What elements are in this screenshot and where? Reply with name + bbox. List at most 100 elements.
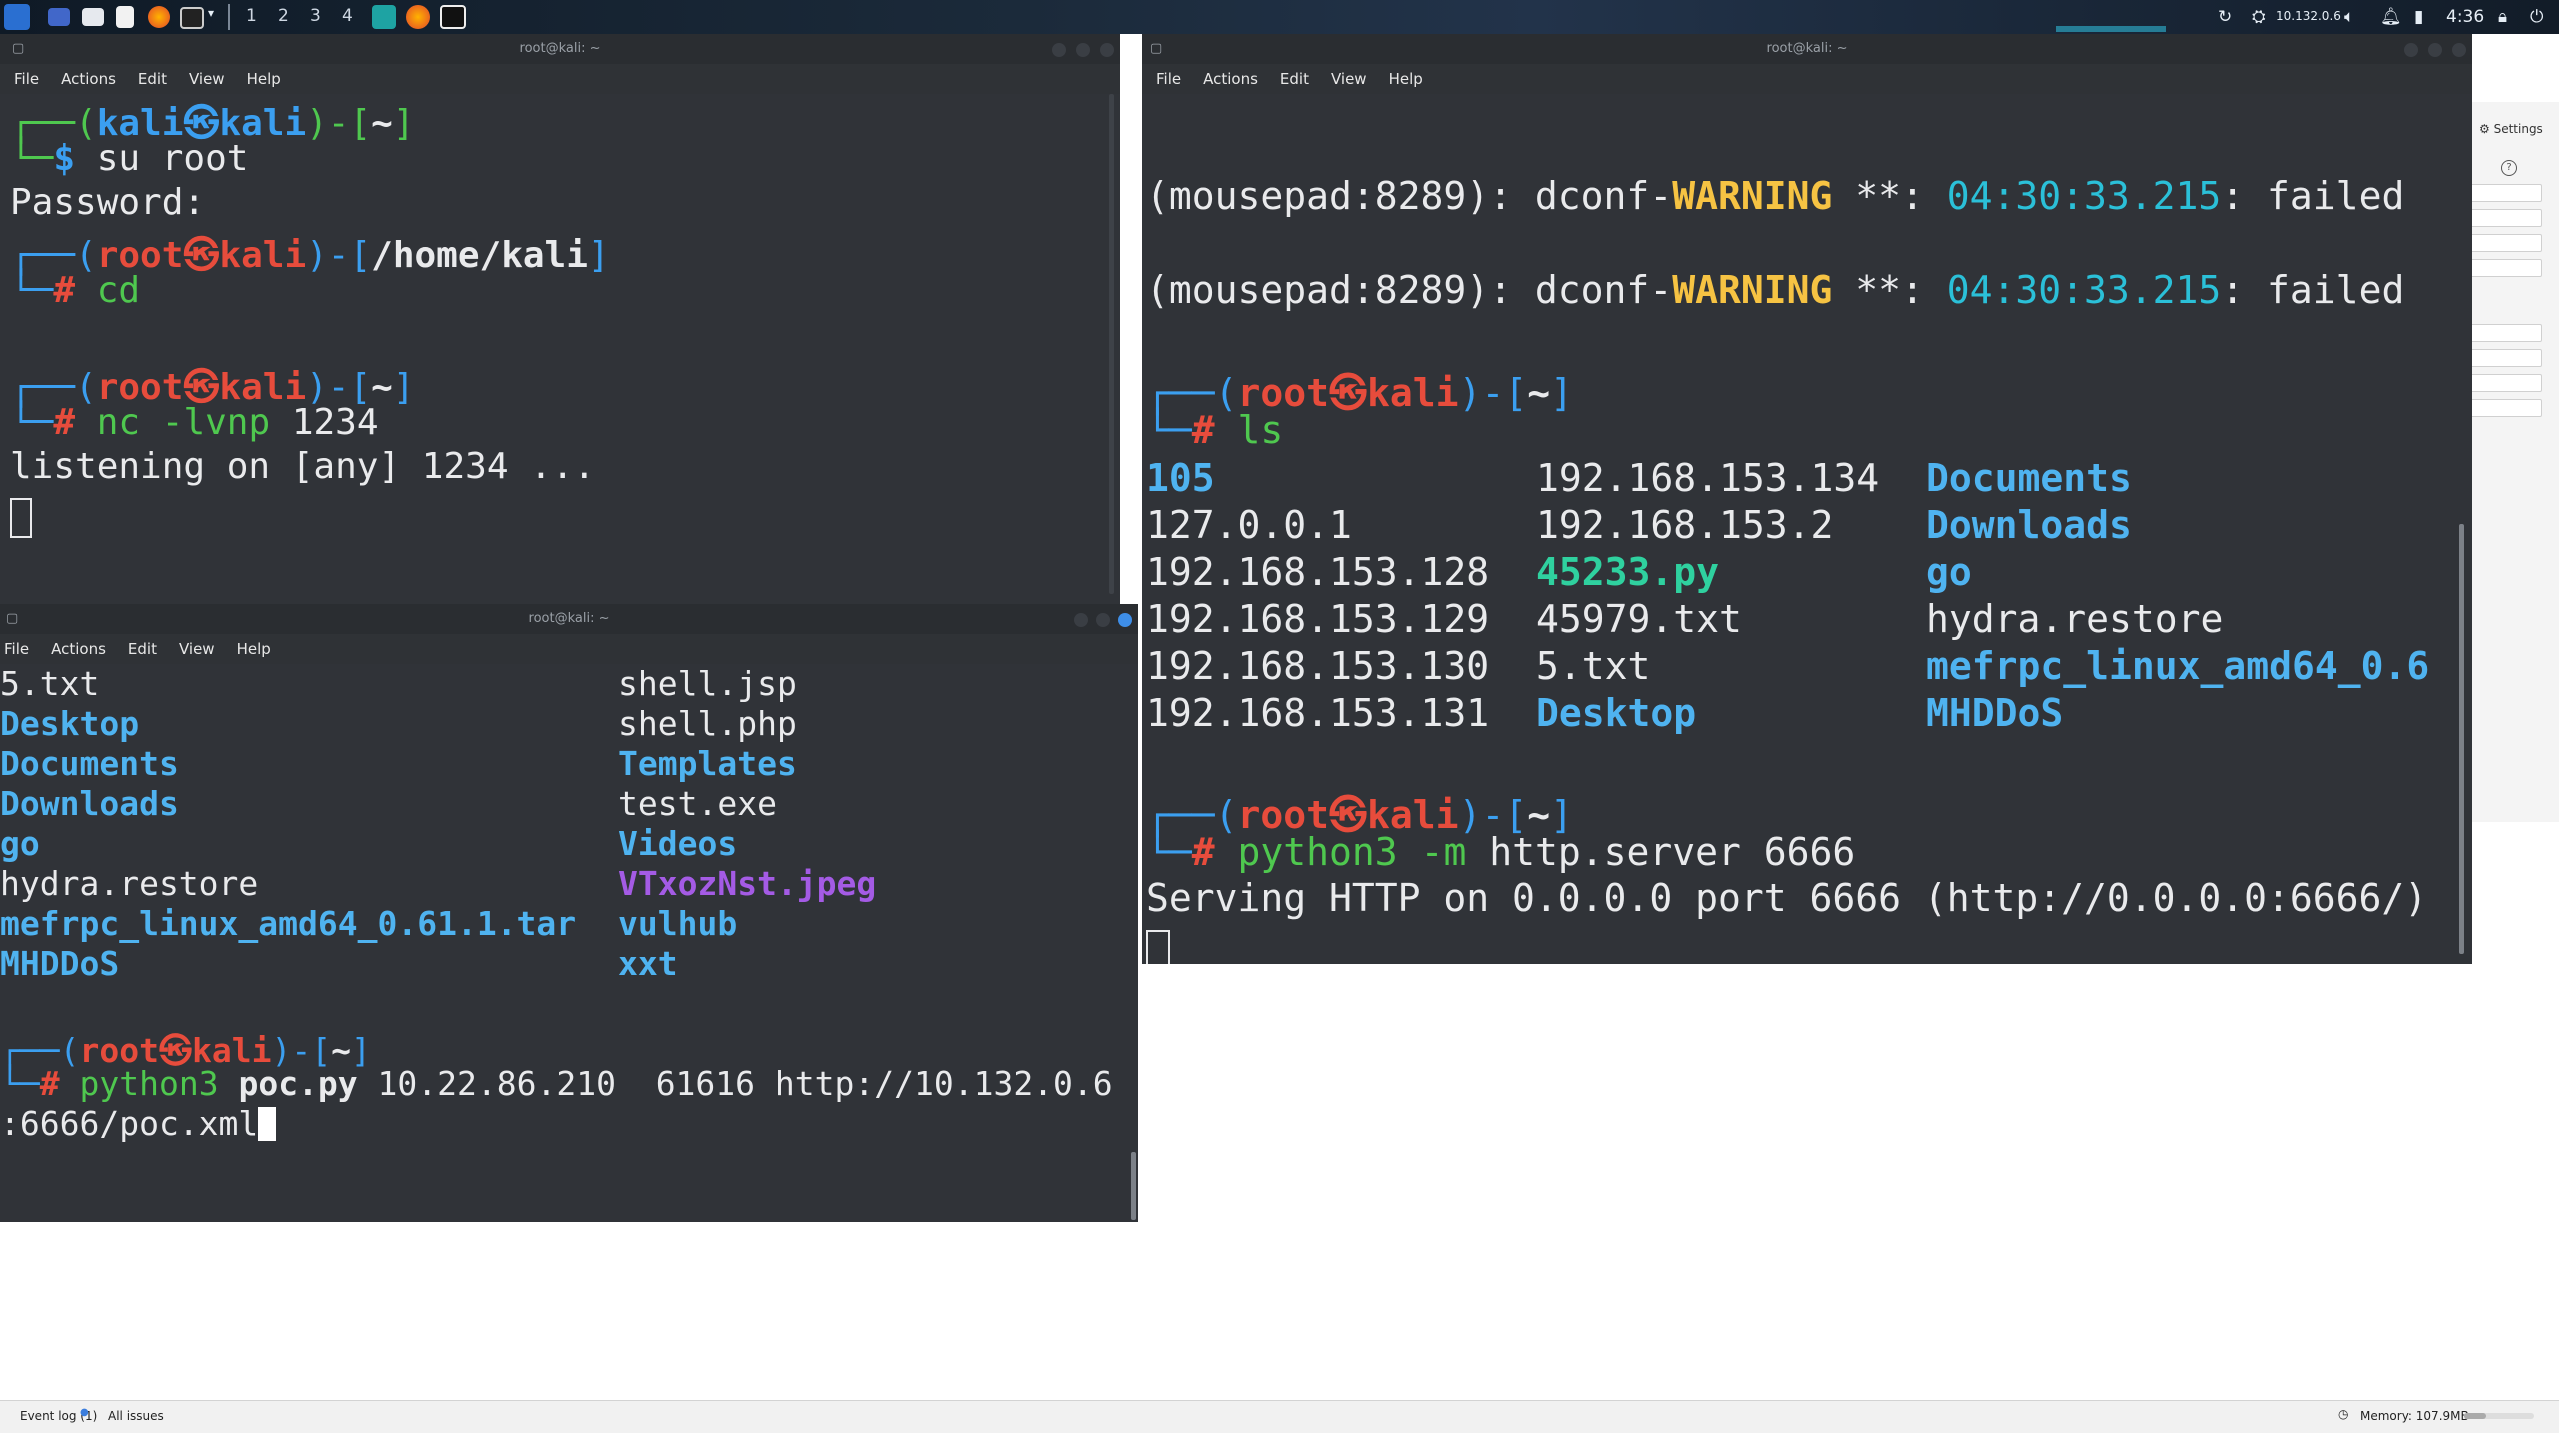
menu-actions[interactable]: Actions [61, 70, 116, 88]
list-item: go [0, 824, 40, 863]
menu-file[interactable]: File [1156, 70, 1181, 88]
settings-icon[interactable]: ⚙ [2479, 122, 2490, 136]
clock[interactable]: 4:36 [2446, 7, 2484, 27]
list-item: 127.0.0.1 [1146, 503, 1352, 547]
scrollbar[interactable] [1109, 94, 1114, 594]
list-item: Desktop [1536, 691, 1697, 735]
maximize-button[interactable] [2428, 43, 2442, 57]
workspace-3[interactable]: 3 [310, 6, 321, 26]
terminal-output[interactable]: ┌──(kali㉿kali)-[~] └─$ su root Password:… [0, 94, 1120, 604]
window-titlebar[interactable]: ▢ root@kali: ~ [0, 34, 1120, 64]
menu-help[interactable]: Help [237, 640, 271, 658]
menu-bar: File Actions Edit View Help [0, 64, 1120, 94]
command-line: └─$ su root [10, 138, 249, 179]
menu-edit[interactable]: Edit [128, 640, 157, 658]
list-item: hydra.restore [1926, 597, 2224, 641]
terminal-output[interactable]: (mousepad:8289): dconf-WARNING **: 04:30… [1142, 94, 2472, 964]
settings-label[interactable]: Settings [2494, 122, 2543, 136]
window-menu-icon[interactable]: ▢ [12, 34, 24, 64]
menu-view[interactable]: View [189, 70, 225, 88]
menu-view[interactable]: View [1331, 70, 1367, 88]
window-title: root@kali: ~ [519, 41, 601, 56]
minimize-button[interactable] [1052, 43, 1066, 57]
menu-view[interactable]: View [179, 640, 215, 658]
list-item: 192.168.153.128 [1146, 550, 1490, 594]
logout-icon[interactable]: ⏻ [2530, 7, 2543, 27]
scrollbar[interactable] [1131, 1152, 1136, 1220]
list-item: Documents [1926, 456, 2132, 500]
workspace-4[interactable]: 4 [342, 6, 353, 26]
command-line: └─# ls [1146, 408, 1284, 452]
close-button[interactable] [2452, 43, 2466, 57]
menu-edit[interactable]: Edit [138, 70, 167, 88]
menu-bar: File Actions Edit View Help [0, 634, 1138, 664]
volume-icon[interactable]: 🔈︎ [2344, 7, 2354, 27]
menu-actions[interactable]: Actions [51, 640, 106, 658]
list-item: mefrpc_linux_amd64_0.6 [1926, 644, 2430, 688]
top-panel: ▾ 1 2 3 4 ↻ ⛭ 10.132.0.6 🔈︎ 🔔︎ ▮ 4:36 🔒︎… [0, 0, 2559, 34]
scrollbar[interactable] [2459, 524, 2464, 954]
list-item: MHDDoS [1926, 691, 2064, 735]
terminal-task-icon[interactable] [440, 5, 466, 29]
terminal-window-1[interactable]: ▢ root@kali: ~ File Actions Edit View Help ┌… [0, 34, 1120, 604]
workspace-1[interactable]: 1 [246, 6, 257, 26]
list-item: 192.168.153.2 [1536, 503, 1834, 547]
terminal-cursor [1146, 930, 1170, 964]
list-item: test.exe [618, 784, 777, 823]
window-titlebar[interactable]: ▢ root@kali: ~ [0, 604, 1138, 634]
maximize-button[interactable] [1076, 43, 1090, 57]
kali-menu-icon[interactable] [4, 4, 30, 30]
list-item: Templates [618, 744, 797, 783]
firefox-task-icon[interactable] [406, 5, 430, 29]
minimize-button[interactable] [1074, 613, 1088, 627]
list-item: MHDDoS [0, 944, 120, 983]
list-item: shell.php [618, 704, 797, 743]
list-item: Downloads [1926, 503, 2132, 547]
minimize-button[interactable] [2404, 43, 2418, 57]
terminal-window-2[interactable]: ▢ root@kali: ~ File Actions Edit View Help (… [1142, 34, 2472, 964]
network-icon[interactable]: ⛭ [2252, 7, 2266, 27]
output-line: (mousepad:8289): dconf-WARNING **: 04:30… [1146, 268, 2405, 312]
chevron-down-icon[interactable]: ▾ [208, 6, 214, 20]
list-item: hydra.restore [0, 864, 259, 903]
text-editor-icon[interactable] [116, 6, 134, 28]
workspace-2[interactable]: 2 [278, 6, 289, 26]
desktop-icon[interactable] [48, 8, 70, 26]
output-line: listening on [any] 1234 ... [10, 446, 596, 487]
firefox-icon[interactable] [148, 6, 170, 28]
help-icon[interactable]: ? [2501, 160, 2517, 176]
list-item: go [1926, 550, 1972, 594]
command-line-wrap: :6666/poc.xml [0, 1104, 277, 1143]
menu-file[interactable]: File [4, 640, 29, 658]
lock-icon[interactable]: 🔒︎ [2498, 7, 2507, 27]
notification-icon[interactable]: 🔔︎ [2380, 7, 2402, 27]
files-icon[interactable] [82, 8, 104, 26]
close-button[interactable] [1118, 613, 1132, 627]
refresh-icon[interactable]: ↻ [2218, 7, 2232, 27]
menu-actions[interactable]: Actions [1203, 70, 1258, 88]
menu-help[interactable]: Help [1389, 70, 1423, 88]
terminal-icon[interactable] [180, 7, 204, 29]
event-log-badge: ● [80, 1407, 89, 1418]
maximize-button[interactable] [1096, 613, 1110, 627]
memory-label: Memory: 107.9MB [2360, 1409, 2469, 1423]
window-menu-icon[interactable]: ▢ [6, 604, 18, 634]
terminal-window-3[interactable]: ▢ root@kali: ~ File Actions Edit View Help 5… [0, 604, 1138, 1222]
list-item: 45233.py [1536, 550, 1720, 594]
terminal-output[interactable]: 5.txt Desktop Documents Downloads go hyd… [0, 664, 1138, 1222]
command-line: └─# python3 poc.py 10.22.86.210 61616 ht… [0, 1064, 1113, 1103]
menu-help[interactable]: Help [247, 70, 281, 88]
list-item: mefrpc_linux_amd64_0.61.1.tar [0, 904, 577, 943]
memory-bar [2464, 1413, 2534, 1419]
list-item: 45979.txt [1536, 597, 1742, 641]
battery-icon[interactable]: ▮ [2414, 7, 2423, 27]
burp-icon[interactable] [372, 5, 396, 29]
list-item: Desktop [0, 704, 140, 743]
all-issues-link[interactable]: All issues [108, 1409, 164, 1423]
window-menu-icon[interactable]: ▢ [1150, 34, 1162, 64]
window-titlebar[interactable]: ▢ root@kali: ~ [1142, 34, 2472, 64]
menu-edit[interactable]: Edit [1280, 70, 1309, 88]
close-button[interactable] [1100, 43, 1114, 57]
menu-file[interactable]: File [14, 70, 39, 88]
window-title: root@kali: ~ [528, 611, 610, 626]
